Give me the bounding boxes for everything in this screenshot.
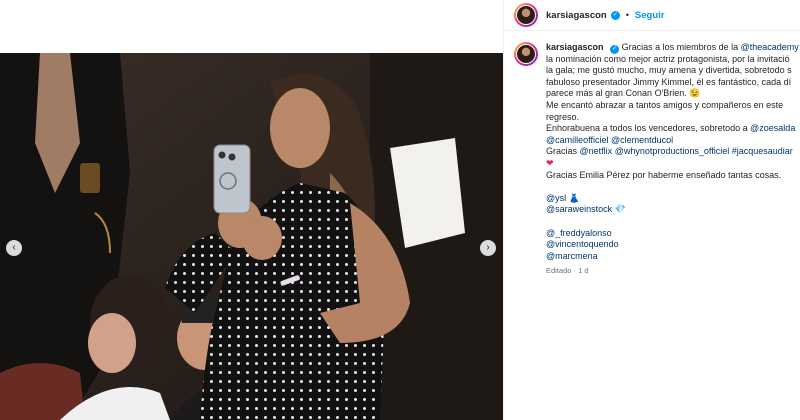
verified-badge-icon: ✓ [610,45,620,54]
previous-photo-button[interactable]: ‹ [6,240,22,256]
mention-netflix[interactable]: @netflix [580,146,613,156]
separator-dot: • [625,10,629,20]
post-header: karsiagascon ✓ • Seguir [504,0,800,31]
header-username[interactable]: karsiagascon [546,10,607,21]
avatar-image [517,6,535,24]
mention-zoesalda[interactable]: @zoesalda [750,123,795,133]
mention-clementducol[interactable]: @clementducol [611,135,673,145]
avatar-image [517,45,535,63]
caption-line: parece más al gran Conan O'Brien. 😉 [546,88,701,99]
mention-saraweinstock[interactable]: @saraweinstock [546,204,612,214]
caption-text-segment: Gracias a los miembros de la [621,42,741,52]
caption-text-segment: Enhorabuena a todos los vencedores, sobr… [546,123,751,134]
verified-badge-icon: ✓ [610,10,620,20]
mention-whynotproductions[interactable]: @whynotproductions_officiel [615,146,730,156]
caption-avatar[interactable] [514,42,538,66]
post-meta-edited-time: Editado · 1 d [546,266,589,276]
caption-line: la nominación como mejor actriz protagon… [546,53,790,64]
mention-ysl[interactable]: @ysl [546,193,566,203]
profile-avatar[interactable] [514,3,538,27]
caption-line: Gracias Emilia Pérez por haberme enseñad… [546,169,782,180]
caption-line: regreso. [546,111,580,122]
instagram-post-view: ‹ › karsiagascon ✓ • Seguir karsiagascon… [0,0,800,420]
post-details-panel: karsiagascon ✓ • Seguir karsiagascon ✓ G… [503,0,800,420]
chevron-left-icon: ‹ [12,242,16,253]
photo-illustration [0,53,503,420]
chevron-right-icon: › [486,242,490,253]
dress-emoji-icon: 👗 [568,192,580,203]
mention-marcmena[interactable]: @marcmena [546,251,800,263]
follow-button[interactable]: Seguir [635,10,665,21]
heart-emoji-icon: ❤ [546,157,554,168]
hashtag-jacquesaudiard[interactable]: #jacquesaudiar [732,146,793,156]
media-pane: ‹ › [0,0,503,420]
caption-text: karsiagascon ✓ Gracias a los miembros de… [546,42,800,277]
caption-text-segment: Gracias [546,146,580,157]
mention-vincentoquendo[interactable]: @vincentoquendo [546,239,800,251]
mention-theacademy[interactable]: @theacademy [741,42,799,52]
mention-camilleofficiel[interactable]: @camilleofficiel [546,135,609,145]
caption-line: fabuloso presentador Jimmy Kimmel, él es… [546,76,792,87]
mention-freddyalonso[interactable]: @_freddyalonso [546,228,800,240]
caption-username[interactable]: karsiagascon [546,42,604,52]
caption: karsiagascon ✓ Gracias a los miembros de… [514,42,800,277]
caption-line: la gala; me gustó mucho, muy amena y div… [546,65,792,76]
gem-emoji-icon: 💎 [614,204,626,215]
caption-line: Me encantó abrazar a tantos amigos y com… [546,99,784,110]
post-photo[interactable] [0,53,503,420]
next-photo-button[interactable]: › [480,240,496,256]
